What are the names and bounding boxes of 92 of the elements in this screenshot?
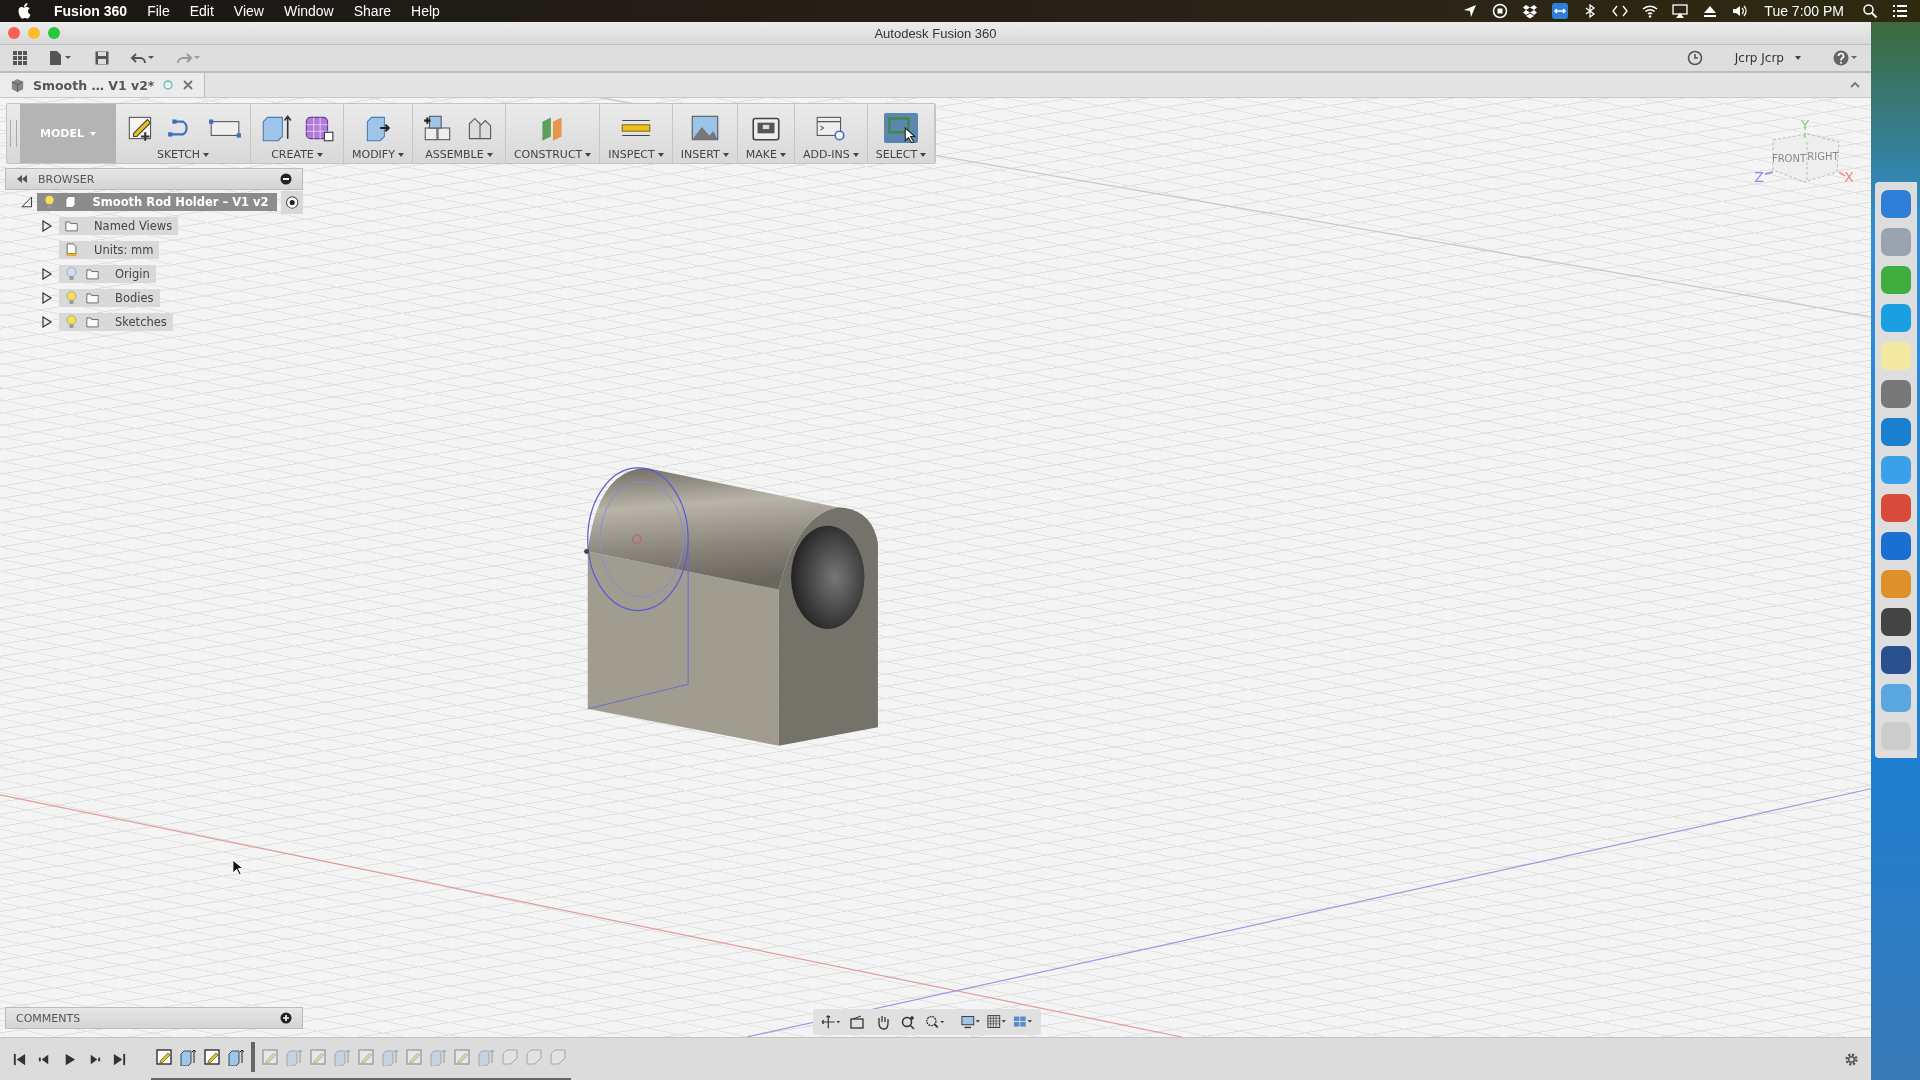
axis-label: X	[1844, 169, 1854, 184]
menu-item[interactable]: Share	[353, 3, 392, 19]
skip-start-icon[interactable]	[12, 1051, 27, 1067]
ribbon-group-button[interactable]: ASSEMBLE	[425, 148, 493, 161]
clock[interactable]: Tue 7:00 PM	[1764, 3, 1844, 19]
folder-icon	[65, 219, 78, 233]
app-icon[interactable]	[1881, 646, 1911, 674]
menu-item[interactable]: Edit	[189, 3, 214, 19]
axis-label: Y	[1800, 117, 1810, 133]
app-icon[interactable]	[1881, 380, 1911, 408]
timeline-marker[interactable]	[251, 1042, 255, 1072]
radio-target-icon[interactable]	[280, 190, 303, 214]
folder-icon	[86, 267, 99, 281]
speaker-icon[interactable]	[1732, 3, 1749, 19]
ribbon-group-button[interactable]: CREATE	[271, 148, 323, 161]
collapse-triangle-icon[interactable]	[21, 196, 33, 208]
stop-circle-icon[interactable]	[1492, 3, 1509, 19]
camera-icon[interactable]	[847, 1014, 867, 1030]
arrows-icon[interactable]	[1552, 3, 1569, 19]
app-menu[interactable]: Fusion 360	[54, 3, 128, 19]
tree-item[interactable]: Origin	[59, 265, 156, 283]
tree-item[interactable]: Named Views	[59, 217, 179, 235]
code-brackets-icon[interactable]	[1612, 3, 1629, 19]
box-icon[interactable]	[1522, 3, 1539, 19]
file-icon[interactable]	[48, 50, 74, 66]
viewports-icon[interactable]	[1013, 1014, 1033, 1030]
ribbon-group-button[interactable]: MODIFY	[352, 148, 404, 161]
expand-triangle-icon[interactable]	[41, 292, 53, 304]
monitor-icon[interactable]	[961, 1014, 981, 1030]
app-icon[interactable]	[1881, 608, 1911, 636]
search-icon[interactable]	[1862, 3, 1878, 19]
grid-icon[interactable]	[987, 1014, 1007, 1030]
menu-item[interactable]: File	[147, 3, 170, 19]
app-icon[interactable]	[1881, 190, 1911, 218]
menu-item[interactable]: Window	[283, 3, 334, 19]
axis-label: Z	[1754, 169, 1764, 184]
ribbon-group-button[interactable]: CONSTRUCT	[513, 148, 592, 161]
app-icon[interactable]	[1881, 418, 1911, 446]
grip-handle[interactable]	[10, 120, 17, 147]
tree-item[interactable]: Sketches	[59, 313, 173, 331]
viewport-canvas[interactable]: MODEL SKETCH CREATE MODIFY ASSEMBLE CONSTRUCT INSPECT INSERT MAKE ADD-INS SELECT BROWSER Smooth Rod Holder – V1 v2 Named Views Units: mm Origin Bodies Sketches FRONT RIGHT X Y Z COMMENTS	[0, 98, 1871, 1037]
mouse-pointer-icon	[232, 859, 243, 876]
menu-item[interactable]: Help	[411, 3, 440, 19]
tree-item[interactable]: Bodies	[59, 289, 160, 307]
model-drawing[interactable]	[584, 467, 878, 746]
folder-icon	[86, 291, 99, 305]
apple-icon[interactable]	[18, 3, 32, 19]
expand-triangle-icon[interactable]	[41, 316, 53, 328]
expand-triangle-icon[interactable]	[41, 268, 53, 280]
ribbon-group-button[interactable]: MAKE	[745, 148, 786, 161]
sketch-feature-icon[interactable]	[155, 1048, 173, 1066]
panel-title: BROWSER	[38, 172, 95, 186]
window-title: Autodesk Fusion 360	[874, 25, 997, 41]
light-bulb-icon[interactable]	[42, 195, 56, 209]
sketch-feature-icon[interactable]	[203, 1048, 221, 1066]
document-ruler-icon	[65, 243, 78, 257]
plus-icon[interactable]	[280, 1012, 292, 1024]
app-icon[interactable]	[1881, 532, 1911, 560]
help-icon[interactable]	[1833, 50, 1859, 66]
list-icon[interactable]	[1892, 3, 1908, 19]
double-arrow-icon[interactable]	[16, 173, 28, 185]
status-circle-icon	[162, 79, 175, 91]
user-menu[interactable]: Jcrp Jcrp	[1734, 51, 1801, 65]
wifi-icon[interactable]	[1642, 3, 1659, 19]
clock-icon[interactable]	[1686, 50, 1703, 66]
ribbon-group-button[interactable]: SELECT	[875, 148, 927, 161]
extrude-feature-icon[interactable]	[227, 1048, 245, 1066]
menu-item[interactable]: View	[233, 3, 264, 19]
app-icon[interactable]	[1881, 494, 1911, 522]
panel-title: COMMENTS	[16, 1011, 81, 1025]
undo-icon[interactable]	[130, 50, 156, 66]
settings-icon[interactable]	[1844, 1051, 1859, 1067]
close-icon[interactable]	[182, 79, 195, 91]
ribbon-group-button[interactable]: INSPECT	[608, 148, 664, 161]
ribbon-group-button[interactable]: SKETCH	[156, 148, 210, 161]
skip-end-icon[interactable]	[112, 1051, 127, 1067]
grid-icon[interactable]	[12, 50, 28, 66]
zoom-window-icon[interactable]	[925, 1014, 945, 1030]
folder-icon	[86, 315, 99, 329]
ribbon-group-button[interactable]: ADD-INS	[802, 148, 859, 161]
minus-icon[interactable]	[280, 173, 292, 185]
cube-icon	[10, 77, 25, 93]
tree-item[interactable]: Units: mm	[59, 241, 160, 259]
cube-icon	[63, 195, 77, 209]
save-icon[interactable]	[94, 50, 110, 66]
expand-triangle-icon[interactable]	[41, 220, 53, 232]
display-icon[interactable]	[1672, 3, 1689, 19]
document-tab[interactable]: Smooth … V1 v2*	[0, 73, 206, 97]
orbit-icon[interactable]	[821, 1014, 841, 1030]
extrude-feature-icon[interactable]	[179, 1048, 197, 1066]
ribbon-group-button[interactable]: INSERT	[680, 148, 729, 161]
location-arrow-icon[interactable]	[1462, 3, 1479, 19]
